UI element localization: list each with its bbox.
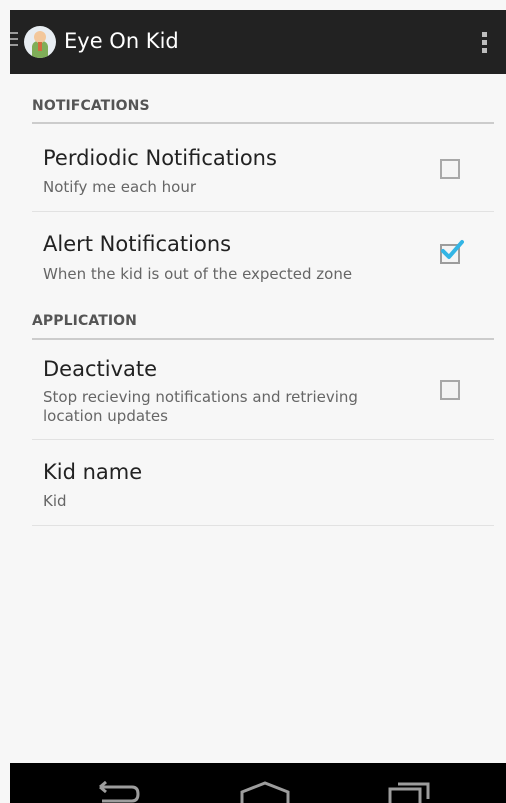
deactivate-checkbox[interactable] [440, 380, 460, 400]
pref-summary: Notify me each hour [43, 178, 197, 196]
screen: Eye On Kid NOTIFCATIONS Perdiodic Notifi… [10, 10, 506, 803]
section-divider [32, 338, 494, 340]
periodic-checkbox[interactable] [440, 159, 460, 179]
recents-icon[interactable] [388, 781, 432, 803]
navigation-bar [10, 763, 506, 803]
pref-title: Perdiodic Notifications [43, 146, 277, 170]
pref-summary: When the kid is out of the expected zone [43, 265, 353, 283]
pref-title: Kid name [43, 460, 143, 484]
app-title: Eye On Kid [64, 29, 179, 53]
back-icon[interactable] [92, 781, 140, 803]
action-bar: Eye On Kid [10, 10, 506, 74]
pref-title: Alert Notifications [43, 232, 232, 256]
pref-summary: Kid [43, 492, 67, 510]
divider [32, 211, 494, 212]
pref-summary: Stop recieving notifications and retriev… [43, 388, 358, 425]
pref-title: Deactivate [43, 357, 158, 381]
preferences-list: NOTIFCATIONS Perdiodic Notifications Not… [10, 74, 506, 727]
checkmark-icon [441, 240, 464, 259]
menu-icon[interactable] [10, 32, 18, 50]
divider [32, 439, 494, 440]
section-header-notifications: NOTIFCATIONS [32, 98, 150, 114]
kid-logo-icon[interactable] [24, 26, 56, 58]
overflow-menu-icon[interactable] [482, 32, 488, 56]
alert-checkbox[interactable] [440, 240, 464, 264]
section-divider [32, 122, 494, 124]
section-header-application: APPLICATION [32, 313, 137, 329]
divider [32, 525, 494, 526]
home-icon[interactable] [239, 781, 291, 803]
